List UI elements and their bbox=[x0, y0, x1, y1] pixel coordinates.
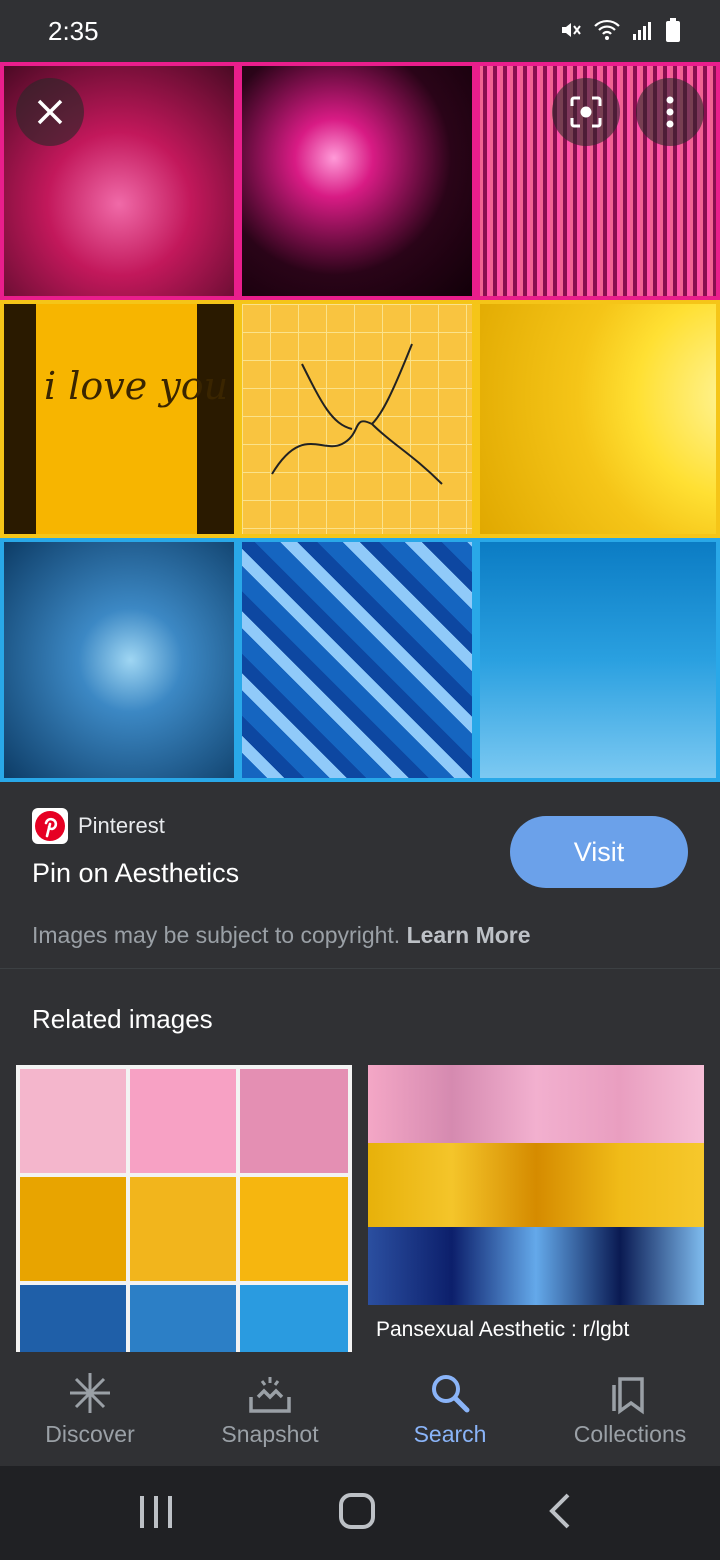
result-title[interactable]: Pin on Aesthetics bbox=[32, 858, 239, 889]
thumb1-cell bbox=[240, 1177, 348, 1281]
thumb1-cell bbox=[130, 1177, 236, 1281]
copyright-notice: Images may be subject to copyright. Lear… bbox=[32, 922, 531, 949]
related-image-2[interactable] bbox=[368, 1065, 704, 1305]
tile-blue-crystals bbox=[238, 538, 476, 782]
nav-snapshot-label: Snapshot bbox=[221, 1420, 319, 1447]
search-icon bbox=[432, 1374, 470, 1412]
nav-search[interactable]: Search bbox=[360, 1352, 540, 1466]
thumb1-cell bbox=[240, 1285, 348, 1352]
close-button[interactable] bbox=[16, 78, 84, 146]
hero-image[interactable]: i love you bbox=[0, 62, 720, 782]
thumb1-cell bbox=[20, 1285, 126, 1352]
nav-discover-label: Discover bbox=[45, 1420, 135, 1447]
source-name: Pinterest bbox=[78, 813, 165, 838]
status-bar: 2:35 bbox=[0, 0, 720, 62]
system-nav-bar bbox=[0, 1466, 720, 1560]
related-image-1[interactable] bbox=[16, 1065, 352, 1352]
battery-icon bbox=[666, 18, 680, 42]
nav-collections[interactable]: Collections bbox=[540, 1352, 720, 1466]
tile-yellow-lemon bbox=[476, 300, 720, 538]
related-images-heading: Related images bbox=[32, 1004, 213, 1034]
nav-collections-label: Collections bbox=[573, 1420, 687, 1447]
thumb2-row-yellow bbox=[368, 1143, 704, 1227]
wifi-icon bbox=[594, 19, 620, 40]
bottom-nav: Discover Snapshot Search Collections bbox=[0, 1352, 720, 1466]
tile-pink-fireworks bbox=[238, 62, 476, 300]
tile-yellow-hands bbox=[238, 300, 476, 538]
mute-icon bbox=[562, 23, 581, 37]
more-options-button[interactable] bbox=[636, 78, 704, 146]
thumb1-cell bbox=[20, 1069, 126, 1173]
tile-wall-text: i love you bbox=[44, 364, 229, 408]
thumb1-cell bbox=[240, 1069, 348, 1173]
pinterest-logo-icon bbox=[32, 808, 68, 844]
tile-yellow-wall: i love you bbox=[0, 300, 238, 538]
status-time: 2:35 bbox=[48, 16, 99, 46]
thumb2-row-pink bbox=[368, 1065, 704, 1143]
collections-icon bbox=[612, 1376, 644, 1414]
thumb1-cell bbox=[20, 1177, 126, 1281]
signal-icon bbox=[633, 22, 651, 40]
snapshot-icon bbox=[249, 1376, 291, 1413]
lens-icon bbox=[570, 96, 602, 128]
more-vert-icon bbox=[666, 96, 674, 128]
status-icons bbox=[558, 18, 680, 42]
close-icon bbox=[37, 99, 63, 125]
result-info: Pinterest Pin on Aesthetics Visit Images… bbox=[0, 782, 720, 968]
divider bbox=[0, 968, 720, 969]
lens-button[interactable] bbox=[552, 78, 620, 146]
visit-button[interactable]: Visit bbox=[510, 816, 688, 888]
discover-icon bbox=[70, 1372, 110, 1413]
related-image-2-caption[interactable]: Pansexual Aesthetic : r/lgbt bbox=[376, 1318, 629, 1342]
thumb1-cell bbox=[130, 1285, 236, 1352]
home-icon[interactable] bbox=[338, 1492, 376, 1530]
nav-snapshot[interactable]: Snapshot bbox=[180, 1352, 360, 1466]
copyright-text: Images may be subject to copyright. bbox=[32, 922, 401, 948]
source-row[interactable]: Pinterest bbox=[32, 808, 165, 844]
learn-more-link[interactable]: Learn More bbox=[407, 922, 531, 948]
back-icon[interactable] bbox=[546, 1492, 574, 1530]
nav-discover[interactable]: Discover bbox=[0, 1352, 180, 1466]
recents-icon[interactable] bbox=[138, 1494, 174, 1530]
nav-search-label: Search bbox=[413, 1420, 487, 1447]
thumb2-row-blue bbox=[368, 1227, 704, 1305]
tile-blue-sky bbox=[476, 538, 720, 782]
tile-blue-hands bbox=[0, 538, 238, 782]
thumb1-cell bbox=[130, 1069, 236, 1173]
